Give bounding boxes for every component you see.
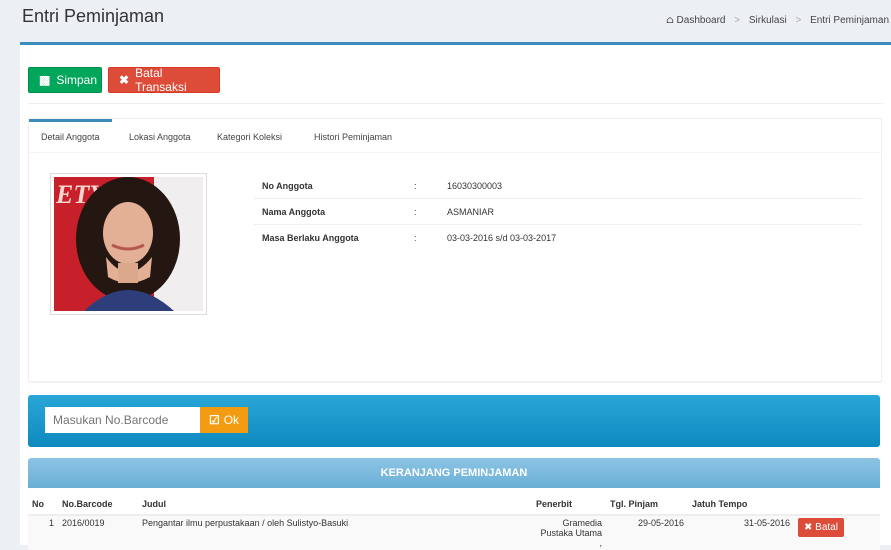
member-tabs-box: Detail Anggota Lokasi Anggota Kategori K… (28, 118, 882, 382)
col-no: No (28, 493, 58, 516)
page-title: Entri Peminjaman (22, 6, 165, 26)
info-value: 03-03-2016 s/d 03-03-2017 (447, 233, 557, 243)
batal-button[interactable]: ✖ Batal (798, 518, 844, 537)
breadcrumb-separator: > (795, 15, 802, 26)
member-photo-image: ETY (54, 177, 203, 311)
info-colon: : (414, 233, 417, 243)
home-icon: ⌂ (666, 15, 674, 26)
cancel-label: Batal Transaksi (135, 66, 187, 94)
cart-header-row: No No.Barcode Judul Penerbit Tgl. Pinjam… (28, 493, 880, 516)
cell-penerbit: Gramedia Pustaka Utama , (532, 514, 606, 550)
cancel-transaction-button[interactable]: ✖ Batal Transaksi (108, 66, 220, 94)
col-barcode: No.Barcode (58, 493, 138, 516)
breadcrumb-dashboard[interactable]: Dashboard (677, 15, 726, 26)
divider (28, 103, 883, 104)
save-label: Simpan (56, 73, 98, 87)
close-icon: ✖ (804, 522, 813, 533)
breadcrumb: ⌂ Dashboard > Sirkulasi > Entri Peminjam… (666, 15, 889, 26)
member-photo: ETY (50, 173, 207, 315)
info-value: 16030300003 (447, 181, 503, 191)
close-icon: ✖ (119, 73, 130, 87)
save-icon: ▩ (39, 73, 51, 87)
col-tgl-pinjam: Tgl. Pinjam (606, 493, 688, 516)
member-info: No Anggota : 16030300003 Nama Anggota : … (254, 173, 862, 250)
info-colon: : (414, 207, 417, 217)
info-value: ASMANIAR (447, 207, 495, 217)
batal-label: Batal (815, 522, 838, 533)
tab-lokasi-anggota[interactable]: Lokasi Anggota (117, 119, 203, 152)
content-header: Entri Peminjaman ⌂ Dashboard > Sirkulasi… (20, 0, 891, 45)
col-jatuh-tempo: Jatuh Tempo (688, 493, 794, 516)
col-action (794, 493, 880, 516)
tab-bar: Detail Anggota Lokasi Anggota Kategori K… (29, 119, 881, 153)
col-judul: Judul (138, 493, 532, 516)
info-row-masa-berlaku: Masa Berlaku Anggota : 03-03-2016 s/d 03… (254, 224, 862, 250)
table-row: 1 2016/0019 Pengantar ilmu perpustakaan … (28, 514, 880, 550)
breadcrumb-current: Entri Peminjaman (810, 15, 889, 26)
cell-judul: Pengantar ilmu perpustakaan / oleh Sulis… (138, 514, 532, 550)
info-label: No Anggota (262, 181, 313, 191)
ok-button[interactable]: ☑ Ok (200, 407, 248, 433)
tab-histori-peminjaman[interactable]: Histori Peminjaman (302, 119, 404, 152)
save-button[interactable]: ▩ Simpan (28, 67, 102, 93)
cart-table: No No.Barcode Judul Penerbit Tgl. Pinjam… (28, 493, 880, 550)
info-label: Nama Anggota (262, 207, 326, 217)
cart-title: KERANJANG PEMINJAMAN (28, 458, 880, 488)
cell-no: 1 (28, 514, 58, 550)
tab-detail-anggota[interactable]: Detail Anggota (29, 119, 112, 152)
info-row-nama-anggota: Nama Anggota : ASMANIAR (254, 198, 862, 224)
main-panel: ▩ Simpan ✖ Batal Transaksi Detail Anggot… (20, 45, 891, 550)
barcode-input[interactable] (45, 407, 200, 433)
cell-action: ✖ Batal (794, 514, 880, 550)
col-penerbit: Penerbit (532, 493, 606, 516)
info-row-no-anggota: No Anggota : 16030300003 (254, 173, 862, 198)
cell-jatuh-tempo: 31-05-2016 (688, 514, 794, 550)
cell-tgl-pinjam: 29-05-2016 (606, 514, 688, 550)
ok-label: Ok (223, 413, 240, 427)
check-square-icon: ☑ (208, 413, 220, 427)
breadcrumb-separator: > (734, 15, 741, 26)
info-colon: : (414, 181, 417, 191)
cell-barcode: 2016/0019 (58, 514, 138, 550)
info-label: Masa Berlaku Anggota (262, 233, 359, 243)
breadcrumb-sirkulasi[interactable]: Sirkulasi (749, 15, 787, 26)
tab-kategori-koleksi[interactable]: Kategori Koleksi (205, 119, 294, 152)
barcode-bar: ☑ Ok (28, 395, 880, 447)
